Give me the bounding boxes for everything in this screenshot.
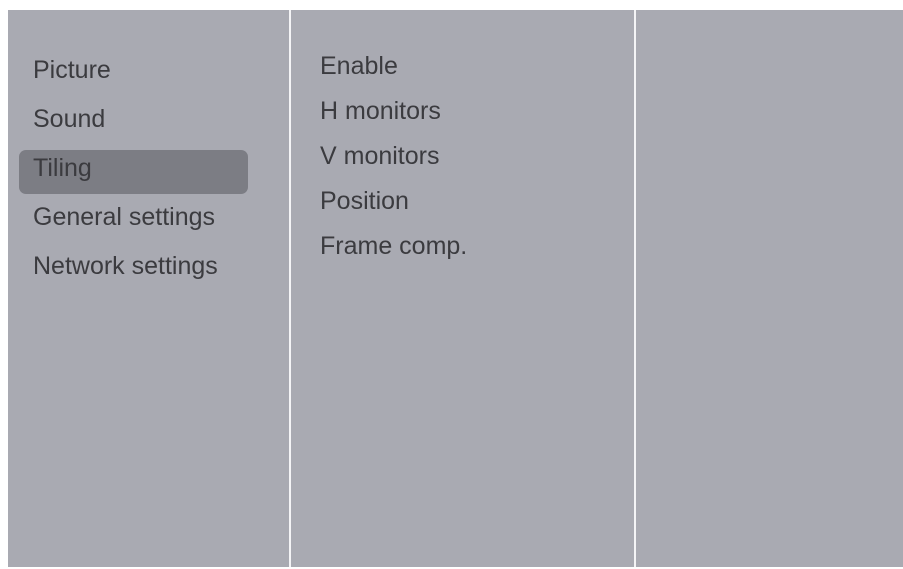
main-menu-item-general-settings[interactable]: General settings <box>20 199 218 248</box>
sub-menu-item-enable[interactable]: Enable <box>320 50 467 95</box>
sub-menu-column: Enable H monitors V monitors Position Fr… <box>291 10 634 567</box>
main-menu-list: Picture Sound Tiling General settings Ne… <box>19 52 248 297</box>
sub-menu-list: Enable H monitors V monitors Position Fr… <box>320 50 467 275</box>
sub-menu-item-label: H monitors <box>320 97 441 125</box>
main-menu-item-label: General settings <box>33 203 216 231</box>
main-menu-column: Picture Sound Tiling General settings Ne… <box>8 10 289 567</box>
main-menu-item-label: Picture <box>33 56 111 84</box>
sub-menu-item-label: Enable <box>320 52 398 80</box>
main-menu-item-network-settings[interactable]: Network settings <box>20 248 218 297</box>
sub-menu-item-frame-comp[interactable]: Frame comp. <box>320 230 467 275</box>
sub-menu-item-position[interactable]: Position <box>320 185 467 230</box>
main-menu-item-sound[interactable]: Sound <box>20 101 218 150</box>
main-menu-item-label: Sound <box>33 105 106 133</box>
sub-menu-item-label: V monitors <box>320 142 440 170</box>
value-column <box>636 10 903 567</box>
main-menu-item-label: Tiling <box>33 154 92 182</box>
main-menu-item-picture[interactable]: Picture <box>20 52 218 101</box>
sub-menu-item-label: Frame comp. <box>320 232 468 260</box>
main-menu-item-label: Network settings <box>33 252 218 280</box>
osd-menu-panel: Picture Sound Tiling General settings Ne… <box>8 10 903 567</box>
main-menu-item-tiling[interactable]: Tiling <box>19 150 248 199</box>
sub-menu-item-h-monitors[interactable]: H monitors <box>320 95 467 140</box>
sub-menu-item-v-monitors[interactable]: V monitors <box>320 140 467 185</box>
sub-menu-item-label: Position <box>320 187 409 215</box>
